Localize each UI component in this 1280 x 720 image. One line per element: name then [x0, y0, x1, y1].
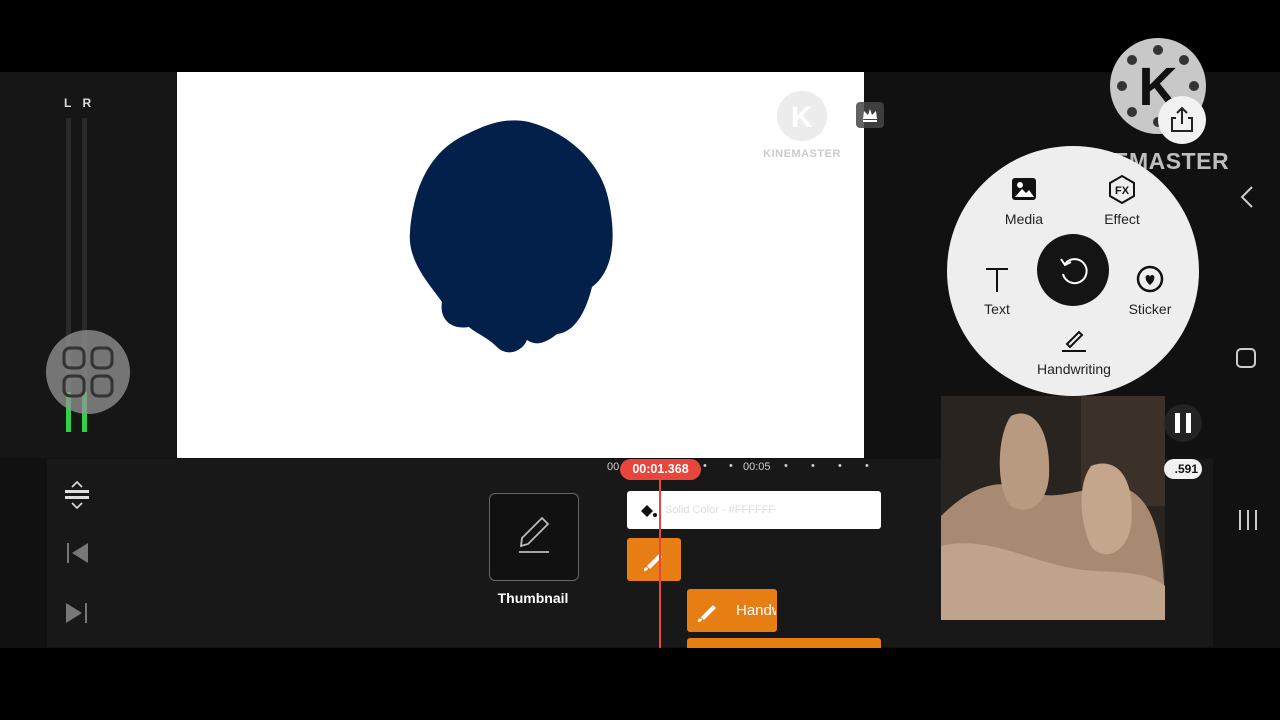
playhead-line[interactable]: [659, 478, 661, 648]
text-button[interactable]: Text: [952, 264, 1042, 317]
ruler-dot: •: [865, 460, 869, 472]
time-readout-fragment: .591: [1164, 459, 1202, 479]
wheel-center-button[interactable]: [1037, 234, 1109, 306]
undo-rotate-icon: [1060, 258, 1088, 285]
skip-end-icon: [66, 603, 87, 623]
brush-icon: [644, 554, 662, 571]
background-clip-label: Solid Color - #FFFFFF: [665, 504, 776, 516]
handwriting-clip[interactable]: [627, 538, 681, 581]
paint-bucket-icon: [641, 505, 657, 517]
ruler-dot: •: [838, 460, 842, 472]
thumbnail-label: Thumbnail: [497, 590, 569, 606]
ruler-dot: •: [784, 460, 788, 472]
skip-to-end-button[interactable]: [60, 596, 94, 630]
ruler-dot: •: [729, 460, 733, 472]
system-recent-apps-button[interactable]: [1236, 508, 1260, 532]
sticker-icon: [1136, 265, 1164, 293]
skip-start-icon: [67, 543, 88, 563]
watermark-text: KINEMASTER: [763, 148, 841, 160]
effect-button[interactable]: FX Effect: [1077, 174, 1167, 227]
app-grid-button[interactable]: [46, 330, 130, 414]
handwriting-button[interactable]: Handwriting: [1029, 324, 1119, 377]
ruler-start-label: 00: [607, 461, 620, 473]
fx-icon: FX: [1109, 174, 1135, 205]
channels-label: L R: [64, 96, 96, 110]
sticker-label: Sticker: [1128, 301, 1172, 317]
text-label: Text: [984, 301, 1010, 317]
camera-feed-image: [941, 396, 1165, 620]
ruler-mark-label: 00:05: [743, 461, 771, 473]
sticker-button[interactable]: Sticker: [1105, 264, 1195, 317]
media-label: Media: [1004, 211, 1044, 227]
media-button[interactable]: Media: [979, 174, 1069, 227]
text-icon: [986, 268, 1008, 292]
pause-icon: [1175, 413, 1191, 433]
grid-icon: [62, 346, 114, 398]
watermark: K KINEMASTER: [756, 89, 848, 160]
back-icon: [1240, 186, 1253, 208]
kinemaster-watermark-logo: K: [775, 89, 829, 143]
ruler-dot: •: [811, 460, 815, 472]
svg-text:FX: FX: [1115, 185, 1130, 197]
track-adjust-button[interactable]: [60, 478, 94, 512]
expand-tracks-icon: [65, 480, 89, 510]
premium-crown-badge[interactable]: [856, 102, 884, 128]
current-time-badge[interactable]: 00:01.368: [620, 459, 701, 480]
ruler-dot: •: [703, 460, 707, 472]
export-button[interactable]: [1158, 96, 1206, 144]
recent-apps-icon: [1239, 510, 1257, 530]
skip-to-start-button[interactable]: [60, 536, 94, 570]
brush-icon: [698, 605, 716, 622]
effect-label: Effect: [1104, 211, 1140, 227]
crown-icon: [863, 109, 877, 122]
camera-overlay: [941, 396, 1165, 620]
pause-button[interactable]: [1164, 404, 1202, 442]
share-export-icon: [1171, 106, 1193, 132]
thumbnail-button[interactable]: [489, 493, 579, 581]
pencil-icon: [519, 516, 550, 553]
system-home-button[interactable]: [1235, 347, 1257, 369]
system-back-button[interactable]: [1236, 184, 1258, 210]
handwriting-clip[interactable]: [687, 638, 881, 648]
pen-icon: [1062, 330, 1086, 352]
handwriting-label: Handwriting: [1037, 361, 1111, 377]
svg-text:K: K: [791, 101, 813, 134]
image-icon: [1012, 178, 1036, 200]
handwriting-clip-label: Handwriting: [736, 602, 776, 619]
home-icon: [1236, 348, 1256, 368]
